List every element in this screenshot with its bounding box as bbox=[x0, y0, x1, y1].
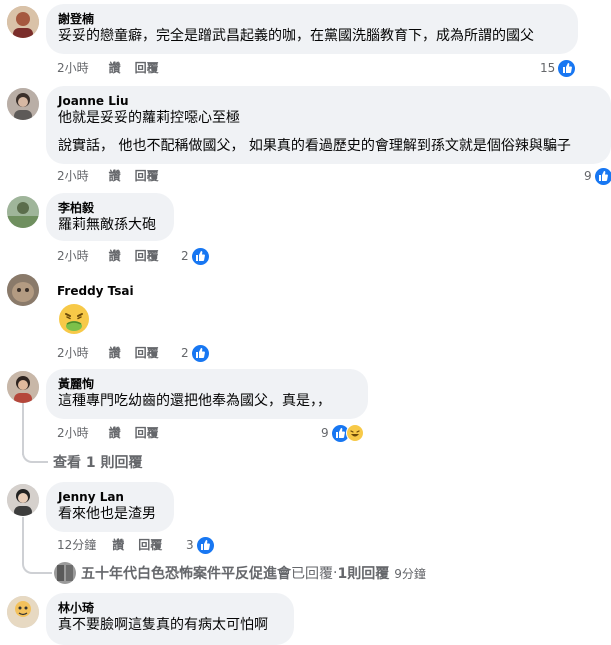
comment-author[interactable]: 林小琦 bbox=[58, 600, 282, 616]
reply-author[interactable]: 五十年代白色恐怖案件平反促進會 bbox=[81, 563, 291, 583]
reply-button[interactable]: 回覆 bbox=[135, 343, 159, 363]
like-button[interactable]: 讚 bbox=[109, 246, 121, 266]
comment-time[interactable]: 2小時 bbox=[57, 166, 89, 186]
comment-author[interactable]: Joanne Liu bbox=[58, 93, 599, 109]
comment-text: 他就是妥妥的蘿莉控噁心至極 bbox=[58, 110, 240, 126]
avatar[interactable] bbox=[7, 274, 39, 306]
reply-time: 9分鐘 bbox=[394, 566, 426, 581]
comment-author[interactable]: Jenny Lan bbox=[58, 489, 162, 505]
like-icon bbox=[557, 58, 577, 78]
avatar[interactable] bbox=[7, 196, 39, 228]
like-button[interactable]: 讚 bbox=[109, 58, 121, 78]
like-button[interactable]: 讚 bbox=[109, 343, 121, 363]
reply-verb: 已回覆 bbox=[291, 566, 333, 582]
avatar bbox=[54, 562, 76, 584]
reply-count[interactable]: 1則回覆 bbox=[337, 563, 389, 583]
reply-button[interactable]: 回覆 bbox=[138, 535, 162, 555]
thread-line bbox=[22, 453, 48, 463]
reply-summary[interactable]: 五十年代白色恐怖案件平反促進會 已回覆 · 1則回覆 9分鐘 bbox=[54, 562, 426, 584]
reply-button[interactable]: 回覆 bbox=[135, 58, 159, 78]
avatar[interactable] bbox=[7, 596, 39, 628]
like-icon bbox=[593, 166, 611, 186]
avatar[interactable] bbox=[7, 6, 39, 38]
reaction-count[interactable]: 2 bbox=[181, 246, 210, 266]
like-icon bbox=[190, 343, 210, 363]
comment-time[interactable]: 2小時 bbox=[57, 246, 89, 266]
thread-line bbox=[22, 560, 52, 574]
comment-author[interactable]: Freddy Tsai bbox=[57, 283, 134, 299]
comment-author[interactable]: 李柏毅 bbox=[58, 200, 162, 216]
comment-text: 看來他也是渣男 bbox=[58, 506, 156, 522]
reply-button[interactable]: 回覆 bbox=[135, 246, 159, 266]
view-replies-link[interactable]: 查看 1 則回覆 bbox=[53, 452, 143, 472]
avatar[interactable] bbox=[7, 371, 39, 403]
comment-time[interactable]: 2小時 bbox=[57, 58, 89, 78]
thread-line bbox=[22, 403, 24, 455]
comment-time[interactable]: 12分鐘 bbox=[57, 535, 96, 555]
comment-text: 羅莉無敵孫大砲 bbox=[58, 217, 156, 233]
avatar[interactable] bbox=[7, 88, 39, 120]
reaction-count[interactable]: 3 bbox=[186, 535, 215, 555]
reaction-count[interactable]: 2 bbox=[181, 343, 210, 363]
comment-text: 說實話， 他也不配稱做國父， 如果真的看過歷史的會理解到孫文就是個俗辣與騙子 bbox=[58, 138, 571, 154]
reaction-count[interactable]: 9 bbox=[321, 423, 364, 443]
reaction-count[interactable]: 9 bbox=[584, 166, 611, 186]
haha-icon bbox=[345, 424, 364, 442]
comment-text: 這種專門吃幼齒的還把他奉為國父，真是，， bbox=[58, 393, 331, 409]
reaction-count[interactable]: 15 bbox=[540, 58, 577, 78]
comment-time[interactable]: 2小時 bbox=[57, 423, 89, 443]
like-button[interactable]: 讚 bbox=[109, 166, 121, 186]
comment-time[interactable]: 2小時 bbox=[57, 343, 89, 363]
comment-author[interactable]: 黃麗恂 bbox=[58, 376, 356, 392]
like-icon bbox=[195, 535, 215, 555]
like-icon bbox=[190, 246, 210, 266]
nauseated-face-icon bbox=[57, 302, 91, 340]
avatar[interactable] bbox=[7, 484, 39, 516]
like-button[interactable]: 讚 bbox=[112, 535, 124, 555]
reply-button[interactable]: 回覆 bbox=[135, 423, 159, 443]
comment-text: 妥妥的戀童癖，完全是蹭武昌起義的咖，在黨國洗腦教育下，成為所謂的國父 bbox=[58, 28, 534, 44]
comment-author[interactable]: 謝登楠 bbox=[58, 11, 566, 27]
thread-line bbox=[22, 517, 24, 562]
reply-button[interactable]: 回覆 bbox=[135, 166, 159, 186]
comment-text: 真不要臉啊這隻真的有病太可怕啊 bbox=[58, 617, 268, 633]
like-button[interactable]: 讚 bbox=[109, 423, 121, 443]
